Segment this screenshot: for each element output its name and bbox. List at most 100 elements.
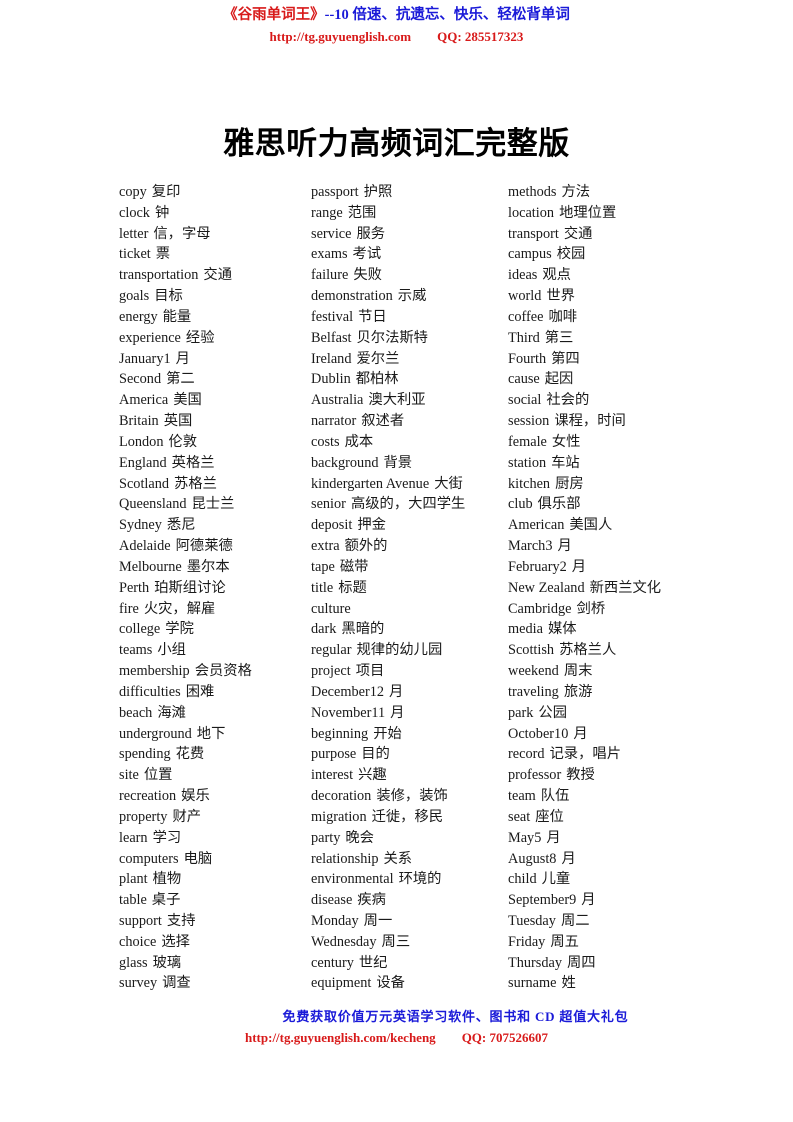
vocabulary-entry: coffee 咖啡	[508, 307, 708, 328]
entry-english: May5	[508, 829, 542, 846]
vocabulary-entry: clock 钟	[119, 203, 304, 224]
entry-chinese: 新西兰文化	[589, 579, 662, 596]
vocabulary-column-3: methods 方法 location 地理位置 transport 交通 campus 校园…	[508, 182, 708, 994]
vocabulary-entry: purpose 目的	[311, 744, 501, 765]
entry-english: September9	[508, 892, 577, 909]
entry-chinese: 兴趣	[358, 767, 387, 784]
entry-chinese: 苏格兰人	[559, 642, 617, 659]
entry-english: failure	[311, 267, 349, 284]
entry-chinese: 月	[571, 558, 587, 575]
vocabulary-entry: world 世界	[508, 286, 708, 307]
entry-chinese: 额外的	[344, 538, 388, 555]
entry-chinese: 叙述者	[361, 413, 405, 430]
entry-chinese: 位置	[143, 767, 173, 784]
vocabulary-entry: May5 月	[508, 828, 708, 849]
entry-english: world	[508, 288, 542, 305]
vocabulary-entry: methods 方法	[508, 182, 708, 203]
entry-chinese: 学习	[152, 829, 182, 846]
entry-english: Belfast	[311, 329, 352, 346]
vocabulary-entry: costs 成本	[311, 432, 501, 453]
vocabulary-entry: tape 磁带	[311, 557, 501, 578]
entry-english: range	[311, 204, 343, 221]
entry-chinese: 失败	[353, 267, 382, 284]
brand-tagline: --10 倍速、抗遗忘、快乐、轻松背单词	[324, 7, 570, 23]
vocabulary-entry: recreation 娱乐	[119, 786, 304, 807]
vocabulary-entry: August8 月	[508, 849, 708, 870]
entry-chinese: 方法	[561, 184, 591, 200]
entry-chinese: 月	[175, 350, 190, 367]
vocabulary-entry: letter 信，字母	[119, 224, 304, 245]
entry-chinese: 英格兰	[171, 454, 215, 471]
entry-chinese: 支持	[166, 912, 196, 929]
entry-english: choice	[119, 933, 157, 950]
entry-english: methods	[508, 184, 557, 200]
entry-chinese: 儿童	[541, 871, 571, 888]
entry-english: Sydney	[119, 517, 162, 534]
entry-chinese: 学院	[165, 621, 194, 638]
vocabulary-entry: regular 规律的幼儿园	[311, 640, 501, 661]
entry-chinese: 美国人	[569, 517, 613, 534]
footer-url[interactable]: http://tg.guyuenglish.com/kecheng	[245, 1030, 436, 1045]
entry-english: fire	[119, 600, 139, 617]
entry-english: location	[508, 204, 555, 221]
vocabulary-entry: senior 高级的，大四学生	[311, 494, 501, 515]
entry-english: teams	[119, 642, 153, 659]
entry-english: weekend	[508, 663, 559, 680]
vocabulary-entry: transportation 交通	[119, 265, 304, 286]
entry-chinese: 大街	[434, 475, 463, 492]
entry-chinese: 周四	[567, 954, 596, 971]
entry-chinese: 队伍	[540, 788, 570, 805]
vocabulary-entry: Britain 英国	[119, 411, 304, 432]
entry-english: America	[119, 392, 169, 409]
entry-english: disease	[311, 892, 353, 909]
vocabulary-entry: interest 兴趣	[311, 765, 501, 786]
entry-english: equipment	[311, 975, 372, 992]
entry-english: Perth	[119, 579, 150, 596]
vocabulary-entry: Queensland 昆士兰	[119, 494, 304, 515]
entry-chinese: 海滩	[157, 704, 186, 721]
entry-chinese: 能量	[162, 308, 192, 325]
entry-chinese: 装修，装饰	[376, 788, 448, 805]
header-url[interactable]: http://tg.guyuenglish.com	[270, 29, 412, 44]
entry-english: festival	[311, 308, 354, 325]
entry-chinese: 护照	[363, 184, 393, 200]
entry-chinese: 第四	[551, 350, 580, 367]
vocabulary-entry: project 项目	[311, 661, 501, 682]
entry-english: exams	[311, 246, 348, 263]
entry-chinese: 电脑	[183, 850, 213, 867]
entry-english: regular	[311, 642, 352, 659]
vocabulary-entry: experience 经验	[119, 328, 304, 349]
entry-english: Friday	[508, 933, 546, 950]
entry-chinese: 月	[557, 538, 572, 555]
vocabulary-entry: energy 能量	[119, 307, 304, 328]
entry-chinese: 英国	[163, 413, 193, 430]
vocabulary-entry: American 美国人	[508, 515, 708, 536]
entry-chinese: 旅游	[563, 683, 593, 700]
entry-english: seat	[508, 808, 531, 825]
page-footer: 免费获取价值万元英语学习软件、图书和 CD 超值大礼包 http://tg.gu…	[0, 1008, 793, 1047]
entry-english: Britain	[119, 413, 159, 430]
vocabulary-entry: Thursday 周四	[508, 953, 708, 974]
vocabulary-entry: October10 月	[508, 724, 708, 745]
entry-english: Ireland	[311, 350, 352, 367]
header-qq: QQ: 285517323	[437, 29, 524, 44]
entry-english: park	[508, 704, 534, 721]
vocabulary-entry: transport 交通	[508, 224, 708, 245]
entry-chinese: 世界	[546, 288, 575, 305]
vocabulary-entry: environmental 环境的	[311, 869, 501, 890]
vocabulary-entry: Friday 周五	[508, 932, 708, 953]
vocabulary-entry: Fourth 第四	[508, 349, 708, 370]
entry-chinese: 周一	[363, 912, 393, 929]
vocabulary-entry: Scotland 苏格兰	[119, 474, 304, 495]
entry-english: England	[119, 454, 167, 471]
vocabulary-entry: record 记录，唱片	[508, 744, 708, 765]
vocabulary-entry: weekend 周末	[508, 661, 708, 682]
entry-chinese: 高级的，大四学生	[350, 496, 466, 513]
entry-chinese: 关系	[383, 850, 413, 867]
entry-chinese: 苏格兰	[174, 475, 217, 492]
entry-english: Thursday	[508, 954, 562, 971]
footer-qq: QQ: 707526607	[461, 1030, 548, 1045]
entry-chinese: 昆士兰	[191, 496, 235, 513]
entry-chinese: 押金	[357, 517, 386, 534]
entry-chinese: 第三	[544, 329, 574, 346]
